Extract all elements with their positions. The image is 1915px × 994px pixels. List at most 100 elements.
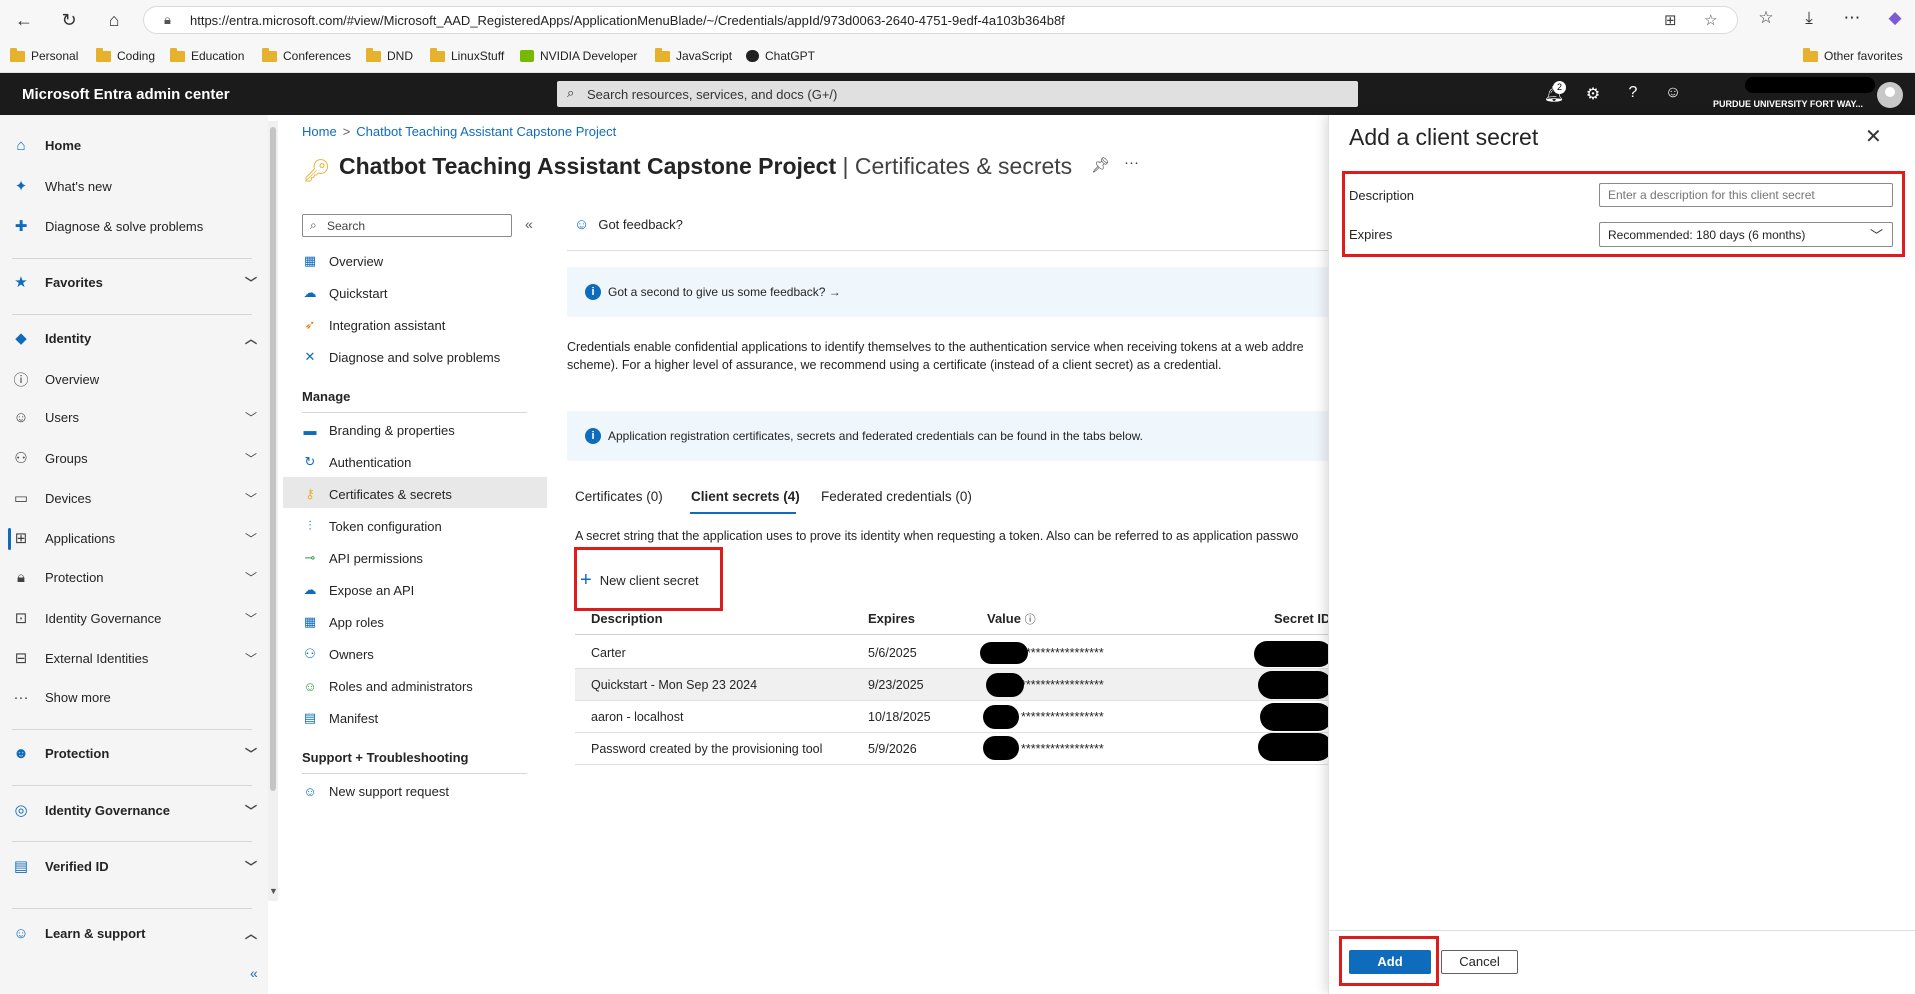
table-row[interactable]: Password created by the provisioning too… xyxy=(575,733,1330,765)
nav-label: Identity xyxy=(45,330,92,346)
menu-authentication[interactable]: ↻ Authentication xyxy=(302,446,412,478)
breadcrumb-home[interactable]: Home xyxy=(302,124,337,139)
favorites-icon[interactable]: ☆ xyxy=(1754,8,1778,28)
nav-identity-governance[interactable]: ◎ Identity Governance ﹀ xyxy=(12,801,257,819)
chevron-down-icon: ﹀ xyxy=(244,571,257,585)
close-icon[interactable]: ✕ xyxy=(1865,124,1882,149)
page-title-section: | Certificates & secrets xyxy=(836,153,1073,179)
feedback-icon[interactable]: ☺ xyxy=(1662,84,1684,102)
info-icon: ⓘ xyxy=(13,372,29,389)
nav-scrollbar-thumb[interactable] xyxy=(270,127,276,791)
global-search-input[interactable]: ⌕ Search resources, services, and docs (… xyxy=(557,81,1358,107)
bookmark-personal[interactable]: Personal xyxy=(10,47,78,63)
info-icon[interactable]: ⓘ xyxy=(1025,614,1036,626)
avatar[interactable] xyxy=(1877,82,1903,108)
nav-users[interactable]: ☺ Users ﹀ xyxy=(12,409,257,426)
bookmark-chatgpt[interactable]: ChatGPT xyxy=(746,49,815,63)
menu-token-configuration[interactable]: ⫶ Token configuration xyxy=(302,510,441,542)
nav-identity[interactable]: ◆ Identity ︿ xyxy=(12,329,257,347)
nav-applications[interactable]: ⊞ Applications ﹀ xyxy=(12,529,257,547)
nav-external-identities[interactable]: ⊟ External Identities ﹀ xyxy=(12,649,257,667)
menu-roles-admins[interactable]: ☺ Roles and administrators xyxy=(302,670,472,702)
column-header-value[interactable]: Value ⓘ xyxy=(987,611,1036,627)
chevron-down-icon: ﹀ xyxy=(244,531,257,546)
column-header-secret-id[interactable]: Secret ID xyxy=(1274,611,1330,626)
nav-protection-sub[interactable]: 🔒︎ Protection ﹀ xyxy=(12,569,257,586)
nav-favorites[interactable]: ★ Favorites ﹀ xyxy=(12,273,257,291)
menu-new-support-request[interactable]: ☺ New support request xyxy=(302,775,449,807)
divider xyxy=(302,773,527,774)
column-header-expires[interactable]: Expires xyxy=(868,611,915,626)
got-feedback-button[interactable]: ☺ Got feedback? xyxy=(574,216,683,233)
bookmark-education[interactable]: Education xyxy=(170,47,244,63)
copilot-icon[interactable]: ◆ xyxy=(1883,8,1907,28)
download-icon[interactable]: ⤓ xyxy=(1797,8,1821,28)
scroll-down-arrow-icon[interactable]: ▼ xyxy=(269,886,278,896)
feedback-icon: ☺ xyxy=(574,216,590,233)
apps-icon[interactable]: ⊞ xyxy=(1664,11,1677,29)
bookmark-other-favorites[interactable]: Other favorites xyxy=(1803,47,1903,63)
app-title[interactable]: Microsoft Entra admin center xyxy=(22,86,230,103)
nav-diagnose[interactable]: ✚ Diagnose & solve problems xyxy=(12,217,257,235)
favorite-star-icon[interactable]: ☆ xyxy=(1704,11,1717,29)
nav-label: What's new xyxy=(45,178,112,194)
left-navigation: ⌂ Home ✦ What's new ✚ Diagnose & solve prob… xyxy=(0,115,268,994)
breadcrumb-app[interactable]: Chatbot Teaching Assistant Capstone Proj… xyxy=(356,124,616,139)
collapse-menu-icon[interactable]: « xyxy=(525,216,533,232)
menu-quickstart[interactable]: ☁ Quickstart xyxy=(302,277,388,309)
address-bar[interactable]: 🔒︎ https://entra.microsoft.com/#view/Mic… xyxy=(143,6,1738,34)
cell-description: aaron - localhost xyxy=(591,710,684,724)
tab-certificates[interactable]: Certificates (0) xyxy=(575,489,663,504)
nav-verified-id[interactable]: ▤ Verified ID ﹀ xyxy=(12,857,257,875)
gear-icon[interactable]: ⚙ xyxy=(1582,84,1604,104)
nav-identity-governance-sub[interactable]: ⊡ Identity Governance ﹀ xyxy=(12,609,257,627)
ellipsis-icon: ··· xyxy=(13,689,29,706)
bookmark-dnd[interactable]: DND xyxy=(366,47,413,63)
nav-home[interactable]: ⌂ Home xyxy=(12,137,257,154)
help-icon[interactable]: ? xyxy=(1622,84,1644,102)
more-options-icon[interactable]: ⋯ xyxy=(1840,8,1864,28)
bookmark-conferences[interactable]: Conferences xyxy=(262,47,351,63)
menu-app-roles[interactable]: ▦ App roles xyxy=(302,606,384,638)
nav-protection[interactable]: ☻ Protection ﹀ xyxy=(12,745,257,762)
nav-show-more[interactable]: ··· Show more xyxy=(12,689,257,706)
table-row[interactable]: Carter 5/6/2025 ***************** xyxy=(575,637,1330,669)
feedback-banner[interactable]: i Got a second to give us some feedback?… xyxy=(567,267,1330,317)
table-row[interactable]: aaron - localhost 10/18/2025 ***********… xyxy=(575,701,1330,733)
key-icon: ⚷ xyxy=(305,486,315,501)
menu-expose-api[interactable]: ☁ Expose an API xyxy=(302,574,415,606)
menu-certificates-secrets[interactable]: ⚷ Certificates & secrets xyxy=(302,478,452,510)
tab-client-secrets[interactable]: Client secrets (4) xyxy=(691,489,800,504)
menu-overview[interactable]: ▦ Overview xyxy=(302,245,383,277)
nav-devices[interactable]: ▭ Devices ﹀ xyxy=(12,489,257,507)
menu-api-permissions[interactable]: ⊸ API permissions xyxy=(302,542,423,574)
nav-learn-support[interactable]: ☺ Learn & support ︿ xyxy=(12,925,257,942)
tab-federated-credentials[interactable]: Federated credentials (0) xyxy=(821,489,972,504)
bookmark-javascript[interactable]: JavaScript xyxy=(655,47,732,63)
collapse-nav-icon[interactable]: « xyxy=(250,965,258,981)
bookmark-coding[interactable]: Coding xyxy=(96,47,155,63)
home-icon[interactable]: ⌂ xyxy=(102,8,126,32)
table-row[interactable]: Quickstart - Mon Sep 23 2024 9/23/2025 *… xyxy=(575,669,1330,701)
cancel-button[interactable]: Cancel xyxy=(1441,950,1518,974)
nav-groups[interactable]: ⚇ Groups ﹀ xyxy=(12,449,257,467)
column-header-description[interactable]: Description xyxy=(591,611,663,626)
menu-owners[interactable]: ⚇ Owners xyxy=(302,638,374,670)
bookmark-nvidia[interactable]: NVIDIA Developer xyxy=(520,49,637,63)
menu-search-input[interactable]: ⌕ Search xyxy=(302,214,512,237)
more-icon[interactable]: ··· xyxy=(1124,154,1139,171)
refresh-icon[interactable]: ↻ xyxy=(57,8,81,32)
nav-identity-overview[interactable]: ⓘ Overview xyxy=(12,369,257,390)
nav-whats-new[interactable]: ✦ What's new xyxy=(12,177,257,195)
bookmark-linuxstuff[interactable]: LinuxStuff xyxy=(430,47,504,63)
menu-integration-assistant[interactable]: ➶ Integration assistant xyxy=(302,309,446,341)
description-line: Credentials enable confidential applicat… xyxy=(567,340,1304,354)
menu-manifest[interactable]: ▤ Manifest xyxy=(302,702,378,734)
back-icon[interactable]: ← xyxy=(12,8,36,32)
pin-icon[interactable]: 📌︎ xyxy=(1091,156,1110,174)
menu-diagnose[interactable]: ✕ Diagnose and solve problems xyxy=(302,341,501,373)
cell-expires: 5/9/2026 xyxy=(868,742,917,756)
manage-heading: Manage xyxy=(302,389,351,404)
chevron-down-icon: ﹀ xyxy=(244,411,257,425)
menu-branding[interactable]: ▬ Branding & properties xyxy=(302,414,455,446)
